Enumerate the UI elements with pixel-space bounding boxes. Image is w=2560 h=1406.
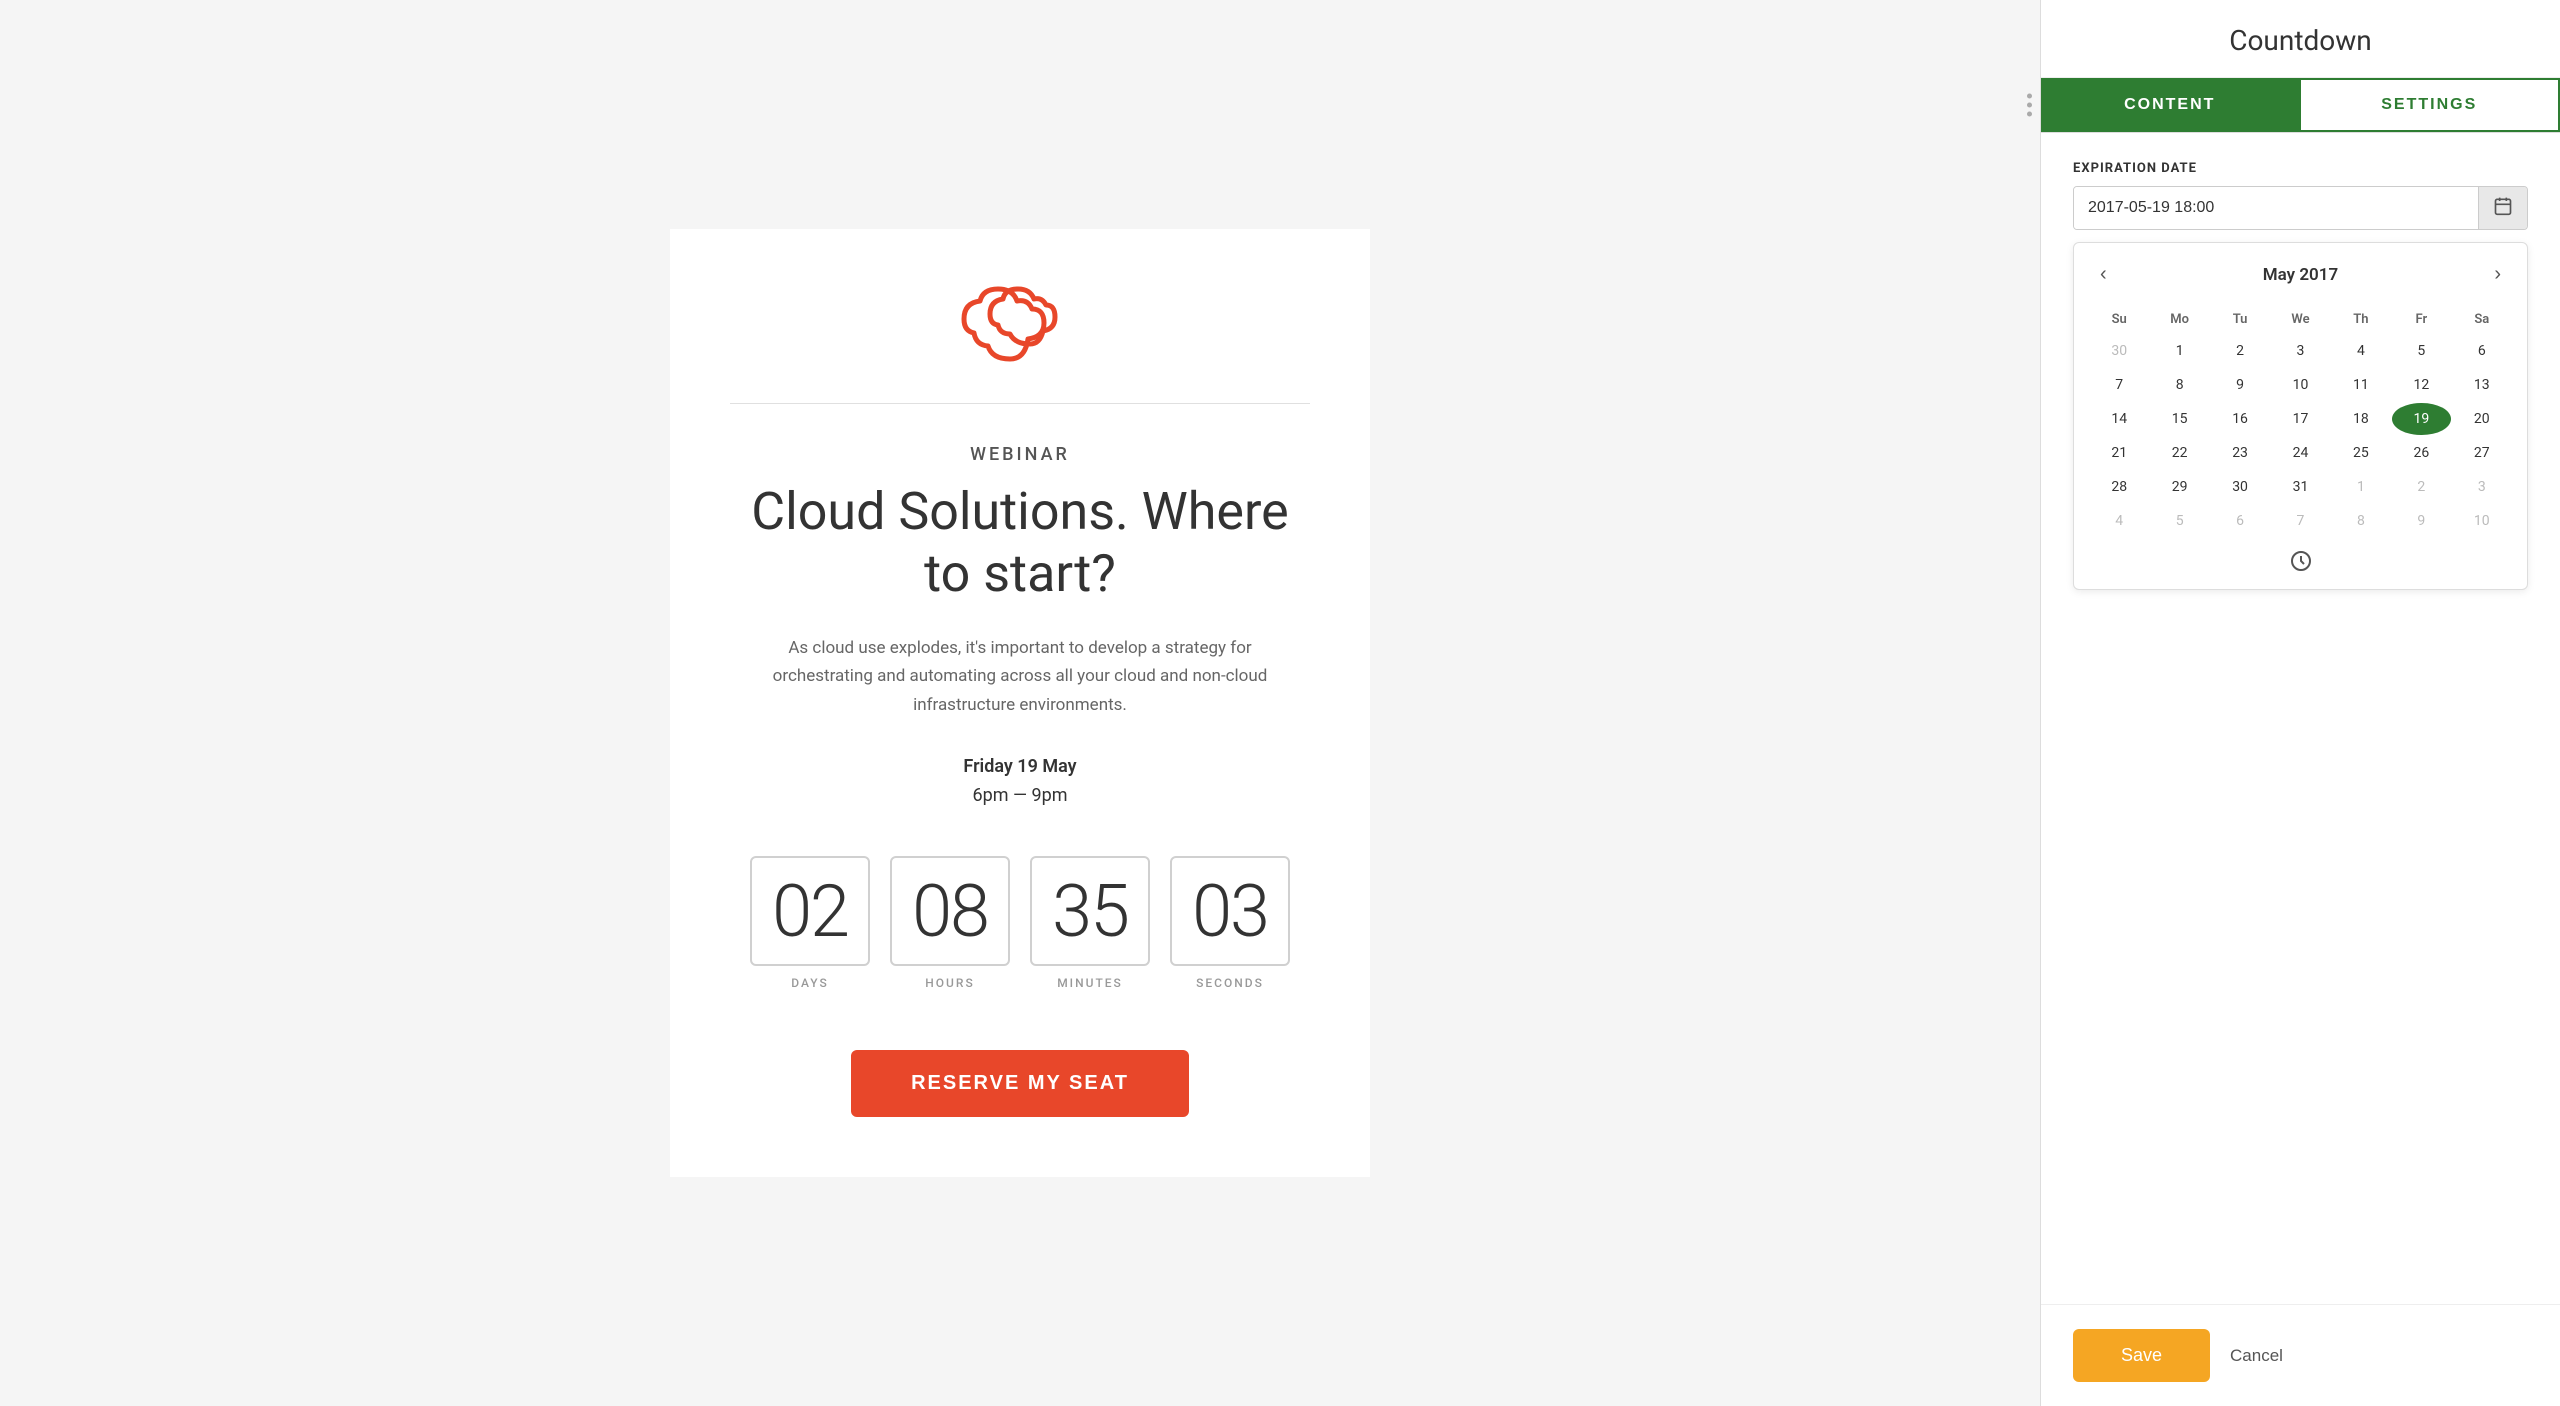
minutes-value: 35 [1030, 856, 1150, 966]
day-header-fr: Fr [2392, 306, 2450, 333]
calendar-day[interactable]: 4 [2332, 335, 2390, 367]
date-input-row [2073, 186, 2528, 230]
calendar-day[interactable]: 4 [2090, 505, 2148, 537]
day-header-su: Su [2090, 306, 2148, 333]
day-header-mo: Mo [2150, 306, 2208, 333]
panel-content: EXPIRATION DATE ‹ May 2017 › Su [2041, 133, 2560, 1304]
reserve-button[interactable]: RESERVE MY SEAT [851, 1050, 1189, 1117]
calendar-day[interactable]: 7 [2090, 369, 2148, 401]
calendar-day[interactable]: 9 [2392, 505, 2450, 537]
calendar-day[interactable]: 24 [2271, 437, 2329, 469]
webinar-title: Cloud Solutions. Where to start? [730, 481, 1310, 606]
day-header-we: We [2271, 306, 2329, 333]
day-header-tu: Tu [2211, 306, 2269, 333]
calendar-day[interactable]: 3 [2271, 335, 2329, 367]
seconds-value: 03 [1170, 856, 1290, 966]
calendar-day[interactable]: 22 [2150, 437, 2208, 469]
webinar-date: Friday 19 May [963, 756, 1076, 777]
calendar-day[interactable]: 16 [2211, 403, 2269, 435]
calendar-day[interactable]: 7 [2271, 505, 2329, 537]
calendar-grid: Su Mo Tu We Th Fr Sa 30 1 2 3 4 5 6 7 8 … [2090, 306, 2511, 537]
save-button[interactable]: Save [2073, 1329, 2210, 1382]
calendar-day[interactable]: 27 [2453, 437, 2511, 469]
right-panel: Countdown CONTENT SETTINGS EXPIRATION DA… [2040, 0, 2560, 1406]
calendar-day[interactable]: 8 [2332, 505, 2390, 537]
calendar-day[interactable]: 18 [2332, 403, 2390, 435]
calendar-day[interactable]: 17 [2271, 403, 2329, 435]
day-header-th: Th [2332, 306, 2390, 333]
calendar-day[interactable]: 2 [2211, 335, 2269, 367]
calendar-day[interactable]: 12 [2392, 369, 2450, 401]
calendar-day[interactable]: 10 [2271, 369, 2329, 401]
calendar-day[interactable]: 14 [2090, 403, 2148, 435]
calendar-next-button[interactable]: › [2484, 259, 2511, 290]
calendar-toggle-button[interactable] [2478, 187, 2527, 229]
cloud-icon [960, 279, 1080, 373]
calendar-day[interactable]: 28 [2090, 471, 2148, 503]
panel-footer: Save Cancel [2041, 1304, 2560, 1406]
days-label: DAYS [791, 976, 829, 990]
preview-panel: WEBINAR Cloud Solutions. Where to start?… [0, 0, 2040, 1406]
calendar-day[interactable]: 20 [2453, 403, 2511, 435]
calendar-day[interactable]: 11 [2332, 369, 2390, 401]
calendar-day[interactable]: 26 [2392, 437, 2450, 469]
calendar-day[interactable]: 3 [2453, 471, 2511, 503]
date-input[interactable] [2074, 187, 2478, 229]
expiration-label: EXPIRATION DATE [2073, 161, 2528, 176]
panel-title: Countdown [2041, 0, 2560, 78]
countdown-minutes: 35 MINUTES [1030, 856, 1150, 990]
minutes-label: MINUTES [1057, 976, 1123, 990]
calendar-day[interactable]: 9 [2211, 369, 2269, 401]
tab-row: CONTENT SETTINGS [2041, 78, 2560, 133]
hours-label: HOURS [925, 976, 974, 990]
cancel-button[interactable]: Cancel [2230, 1346, 2283, 1366]
calendar-header: ‹ May 2017 › [2090, 259, 2511, 290]
drag-dot [2027, 103, 2032, 108]
drag-dot [2027, 94, 2032, 99]
calendar-day[interactable]: 25 [2332, 437, 2390, 469]
preview-card: WEBINAR Cloud Solutions. Where to start?… [670, 229, 1370, 1177]
calendar-prev-button[interactable]: ‹ [2090, 259, 2117, 290]
calendar-day[interactable]: 15 [2150, 403, 2208, 435]
calendar-day[interactable]: 30 [2090, 335, 2148, 367]
days-value: 02 [750, 856, 870, 966]
seconds-label: SECONDS [1196, 976, 1264, 990]
tab-settings[interactable]: SETTINGS [2299, 78, 2560, 132]
calendar-day[interactable]: 5 [2150, 505, 2208, 537]
calendar-day[interactable]: 10 [2453, 505, 2511, 537]
calendar-day[interactable]: 13 [2453, 369, 2511, 401]
calendar-day[interactable]: 2 [2392, 471, 2450, 503]
countdown-seconds: 03 SECONDS [1170, 856, 1290, 990]
calendar-day[interactable]: 5 [2392, 335, 2450, 367]
time-icon[interactable] [2090, 549, 2511, 573]
drag-handle [2021, 88, 2038, 123]
tab-content[interactable]: CONTENT [2041, 78, 2299, 132]
calendar-day[interactable]: 30 [2211, 471, 2269, 503]
calendar-day[interactable]: 1 [2150, 335, 2208, 367]
calendar-day[interactable]: 6 [2211, 505, 2269, 537]
calendar-day-selected[interactable]: 19 [2392, 403, 2450, 435]
calendar-day[interactable]: 29 [2150, 471, 2208, 503]
countdown-hours: 08 HOURS [890, 856, 1010, 990]
day-header-sa: Sa [2453, 306, 2511, 333]
hours-value: 08 [890, 856, 1010, 966]
logo-area [730, 229, 1310, 404]
webinar-label: WEBINAR [970, 444, 1070, 465]
calendar-day[interactable]: 23 [2211, 437, 2269, 469]
webinar-time: 6pm — 9pm [972, 785, 1067, 806]
calendar-day[interactable]: 31 [2271, 471, 2329, 503]
calendar-month-year: May 2017 [2263, 265, 2338, 285]
calendar-day[interactable]: 8 [2150, 369, 2208, 401]
countdown-days: 02 DAYS [750, 856, 870, 990]
drag-dot [2027, 112, 2032, 117]
calendar-day[interactable]: 21 [2090, 437, 2148, 469]
webinar-description: As cloud use explodes, it's important to… [740, 634, 1300, 721]
calendar-day[interactable]: 1 [2332, 471, 2390, 503]
calendar-popup: ‹ May 2017 › Su Mo Tu We Th Fr Sa 30 1 2… [2073, 242, 2528, 590]
countdown-row: 02 DAYS 08 HOURS 35 MINUTES 03 SECONDS [750, 856, 1290, 990]
calendar-day[interactable]: 6 [2453, 335, 2511, 367]
